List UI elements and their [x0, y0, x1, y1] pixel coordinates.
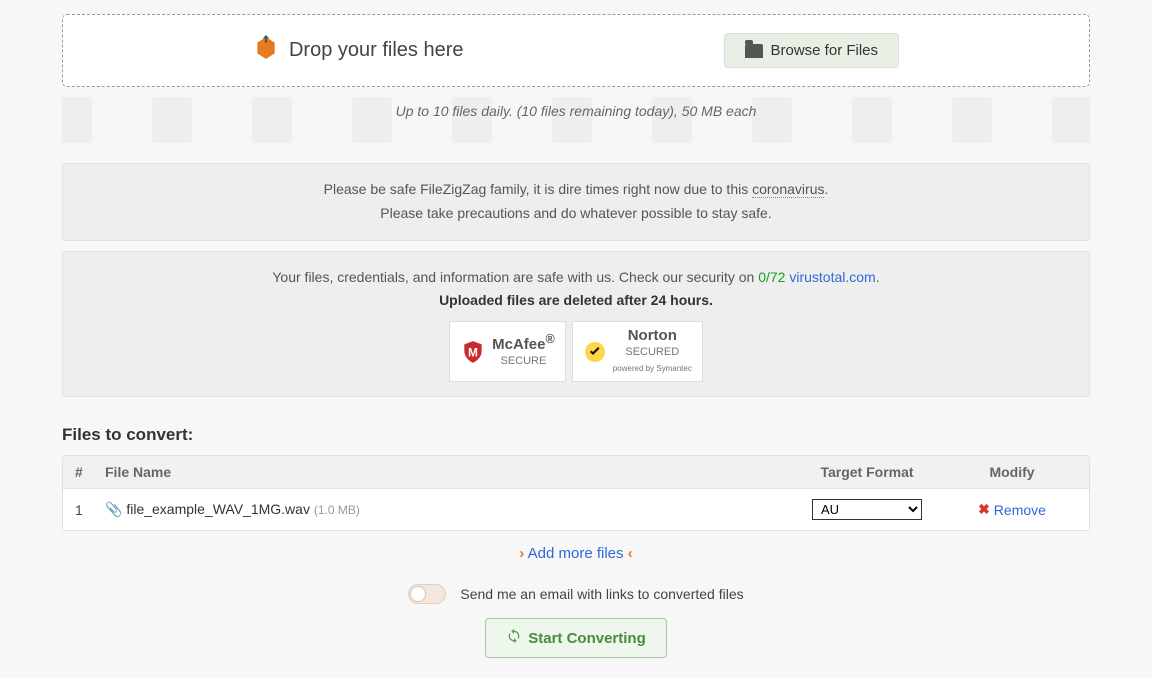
chevron-left-icon: ‹ — [628, 545, 633, 562]
col-num: # — [75, 464, 105, 480]
browse-button[interactable]: Browse for Files — [724, 33, 900, 68]
clip-icon: 📎 — [105, 501, 122, 517]
virustotal-ratio: 0/72 — [758, 269, 785, 285]
limit-text: Up to 10 files daily. (10 files remainin… — [62, 103, 1090, 119]
browse-label: Browse for Files — [771, 42, 879, 59]
add-more-row: › Add more files ‹ — [62, 545, 1090, 562]
drop-label: Drop your files here — [253, 35, 464, 67]
add-more-link[interactable]: Add more files — [528, 545, 624, 562]
notice-line1-suffix: . — [824, 181, 828, 197]
norton-powered: powered by Symantec — [613, 362, 692, 376]
folder-icon — [745, 44, 763, 58]
format-select[interactable]: AU — [812, 499, 922, 520]
virustotal-link[interactable]: virustotal.com — [789, 269, 875, 285]
email-row: Send me an email with links to converted… — [62, 584, 1090, 604]
file-size: (1.0 MB) — [314, 503, 360, 517]
start-converting-button[interactable]: Start Converting — [485, 618, 667, 658]
box-icon — [253, 35, 279, 67]
security-line1-suffix: . — [876, 269, 880, 285]
col-modify: Modify — [947, 464, 1077, 480]
checkmark-icon — [583, 340, 607, 364]
drop-text: Drop your files here — [289, 39, 464, 62]
email-toggle[interactable] — [408, 584, 446, 604]
mcafee-brand: McAfee® — [492, 333, 555, 352]
shield-icon: M — [460, 339, 486, 365]
col-format: Target Format — [787, 464, 947, 480]
files-table: # File Name Target Format Modify 1 📎 fil… — [62, 455, 1090, 531]
col-name: File Name — [105, 464, 787, 480]
files-header: # File Name Target Format Modify — [63, 456, 1089, 489]
files-title: Files to convert: — [62, 425, 1090, 445]
security-line1-prefix: Your files, credentials, and information… — [272, 269, 758, 285]
chevron-right-icon: › — [519, 545, 524, 562]
svg-text:M: M — [468, 345, 478, 359]
mcafee-badge: M McAfee®SECURE — [449, 321, 566, 382]
security-line2: Uploaded files are deleted after 24 hour… — [83, 289, 1069, 313]
mcafee-sub: SECURE — [492, 352, 555, 371]
email-label: Send me an email with links to converted… — [460, 586, 743, 602]
norton-badge: NortonSECUREDpowered by Symantec — [572, 321, 703, 382]
file-name: file_example_WAV_1MG.wav — [126, 501, 310, 517]
remove-label: Remove — [994, 502, 1046, 518]
notice-line1-prefix: Please be safe FileZigZag family, it is … — [324, 181, 752, 197]
remove-button[interactable]: ✖ Remove — [978, 501, 1046, 518]
security-box: Your files, credentials, and information… — [62, 251, 1090, 398]
row-num: 1 — [75, 502, 105, 518]
remove-x-icon: ✖ — [978, 501, 990, 518]
norton-brand: Norton — [613, 328, 692, 343]
coronavirus-link[interactable]: coronavirus — [752, 181, 824, 198]
dropzone[interactable]: Drop your files here Browse for Files — [62, 14, 1090, 87]
start-label: Start Converting — [528, 630, 646, 647]
norton-sub: SECURED — [613, 343, 692, 362]
safety-notice: Please be safe FileZigZag family, it is … — [62, 163, 1090, 241]
refresh-icon — [506, 628, 522, 648]
notice-line2: Please take precautions and do whatever … — [83, 202, 1069, 226]
table-row: 1 📎 file_example_WAV_1MG.wav (1.0 MB) AU… — [63, 489, 1089, 530]
